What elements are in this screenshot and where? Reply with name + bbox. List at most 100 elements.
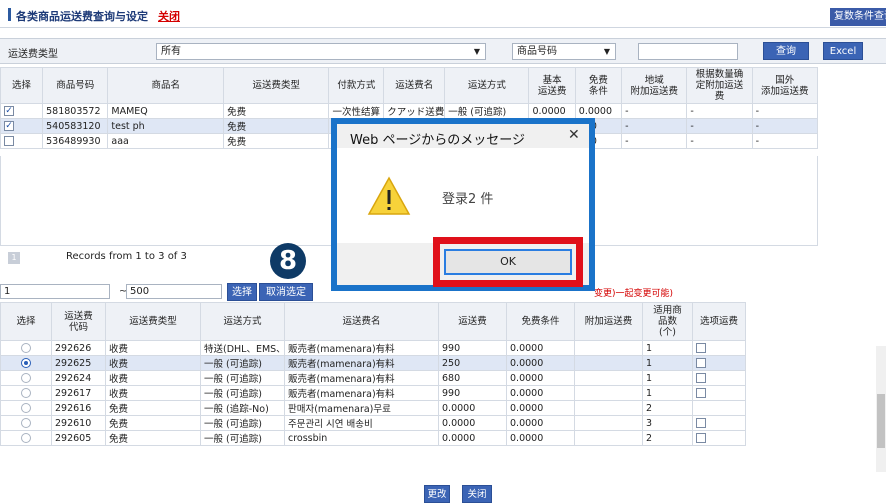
intl-fee: - (751, 103, 819, 119)
additional-fee (574, 400, 643, 416)
row-radio[interactable] (21, 418, 31, 428)
search-field-select[interactable]: 商品号码 ▼ (512, 43, 616, 60)
shipping-method: 一般 (追踪-No) (200, 400, 285, 416)
region-fee: - (621, 103, 688, 119)
fee-amount: 990 (438, 340, 507, 356)
dialog-body: 登录2 件 (337, 148, 589, 243)
fee-type: 收费 (105, 340, 201, 356)
option-fee-cell (692, 400, 746, 416)
option-fee-cell (692, 370, 746, 386)
column-header: 运送费名 (284, 302, 439, 341)
fee-name: 주문관리 시연 배송비 (284, 415, 439, 431)
select-cell (0, 400, 52, 416)
row-radio[interactable] (21, 403, 31, 413)
multi-condition-search-button[interactable]: 复数条件查询 (830, 8, 886, 26)
shipping-fee-table: 选择 运送费 代码 运送费类型 运送方式 运送费名 运送费 免费条件 附加运送费 适用商 品数 (个)… (0, 302, 746, 446)
column-header: 付款方式 (328, 67, 385, 104)
column-header: 免费条件 (506, 302, 575, 341)
shipping-type-select[interactable]: 所有 ▼ (156, 43, 486, 60)
table-row[interactable]: 292626 收费 特送(DHL、EMS、I 贩売者(mamenara)有料 990 0.… (0, 340, 746, 356)
additional-fee (574, 340, 643, 356)
qty-fee: - (686, 103, 753, 119)
shipping-type: 免费 (223, 118, 330, 134)
option-checkbox[interactable] (696, 388, 706, 398)
range-from-input[interactable]: 1 (0, 284, 110, 299)
column-header: 根据数量确 定附加运送费 (686, 67, 753, 104)
row-checkbox[interactable]: ✓ (4, 121, 14, 131)
column-header: 商品名 (107, 67, 225, 104)
select-button[interactable]: 选择 (227, 283, 257, 301)
free-condition: 0.0000 (506, 385, 575, 401)
column-header: 地域 附加运送费 (621, 67, 688, 104)
excel-button[interactable]: Excel (823, 42, 863, 60)
row-checkbox[interactable] (4, 136, 14, 146)
query-button[interactable]: 查询 (763, 42, 809, 60)
row-radio[interactable] (21, 373, 31, 383)
select-cell (0, 385, 52, 401)
table-row[interactable]: 292616 免费 一般 (追踪-No) 판매자(mamenara)무료 0.0000 0… (0, 400, 746, 416)
search-input[interactable] (638, 43, 738, 60)
message-dialog: Web ページからのメッセージ ✕ 登录2 件 OK (331, 118, 595, 291)
table-row[interactable]: ✓ 581803572 MAMEQ 免费 一次性结算 クアッド送費 一般 (可追踪) 0.00… (0, 103, 819, 119)
fee-name: 贩売者(mamenara)有料 (284, 355, 439, 371)
column-header: 适用商 品数 (个) (642, 302, 693, 341)
shipping-method: 特送(DHL、EMS、I (200, 340, 285, 356)
column-header: 选择 (0, 302, 52, 341)
fee-code: 292610 (51, 415, 106, 431)
select-cell (0, 340, 52, 356)
free-condition: 0.0000 (506, 415, 575, 431)
step-badge: 8 (270, 243, 306, 279)
select-cell (0, 430, 52, 446)
page-number[interactable]: 1 (8, 252, 20, 264)
fee-code: 292605 (51, 430, 106, 446)
fee-code: 292626 (51, 340, 106, 356)
option-fee-cell (692, 355, 746, 371)
shipping-type: 免费 (223, 103, 330, 119)
fee-code: 292617 (51, 385, 106, 401)
scrollbar-thumb[interactable] (877, 394, 885, 448)
chevron-down-icon: ▼ (473, 47, 480, 56)
product-count: 1 (642, 355, 693, 371)
additional-fee (574, 415, 643, 431)
additional-fee (574, 370, 643, 386)
close-link[interactable]: 关闭 (158, 8, 180, 24)
table-row[interactable]: 292605 免费 一般 (可追踪) crossbin 0.0000 0.0000 2 (0, 430, 746, 446)
table-row[interactable]: 292610 免费 一般 (可追踪) 주문관리 시연 배송비 0.0000 0.0000 3 (0, 415, 746, 431)
option-checkbox[interactable] (696, 373, 706, 383)
title-accent (8, 8, 11, 21)
column-header: 运送费 代码 (51, 302, 106, 341)
product-name: aaa (107, 133, 225, 149)
table-row[interactable]: 292624 收费 一般 (可追踪) 贩売者(mamenara)有料 680 0.0000… (0, 370, 746, 386)
change-note: 变更)一起变更可能) (594, 289, 674, 299)
shipping-type-label: 运送费类型 (8, 49, 58, 60)
column-header: 国外 添加运送费 (751, 67, 819, 104)
option-checkbox[interactable] (696, 343, 706, 353)
option-fee-cell (692, 340, 746, 356)
search-field-value: 商品号码 (517, 46, 557, 57)
deselect-button[interactable]: 取消选定 (259, 283, 313, 301)
fee-amount: 0.0000 (438, 415, 507, 431)
row-checkbox[interactable]: ✓ (4, 106, 14, 116)
option-checkbox[interactable] (696, 358, 706, 368)
range-to-input[interactable]: 500 (126, 284, 222, 299)
free-condition: 0.0000 (506, 340, 575, 356)
ok-button[interactable]: OK (444, 249, 572, 275)
option-checkbox[interactable] (696, 418, 706, 428)
row-radio[interactable] (21, 433, 31, 443)
footer-close-button[interactable]: 关闭 (462, 485, 492, 503)
fee-name: 贩売者(mamenara)有料 (284, 370, 439, 386)
table-row[interactable]: 292617 收费 一般 (可追踪) 贩売者(mamenara)有料 990 0.0000… (0, 385, 746, 401)
option-checkbox[interactable] (696, 433, 706, 443)
fee-type: 免费 (105, 400, 201, 416)
select-cell: ✓ (0, 118, 44, 134)
row-radio[interactable] (21, 388, 31, 398)
change-button[interactable]: 更改 (424, 485, 450, 503)
column-header: 商品号码 (42, 67, 109, 104)
close-icon[interactable]: ✕ (568, 127, 580, 143)
row-radio[interactable] (21, 343, 31, 353)
row-radio[interactable] (21, 358, 31, 368)
shipping-type: 免费 (223, 133, 330, 149)
fee-amount: 990 (438, 385, 507, 401)
table-row[interactable]: 292625 收费 一般 (可追踪) 贩売者(mamenara)有料 250 0.0000… (0, 355, 746, 371)
fee-code: 292616 (51, 400, 106, 416)
